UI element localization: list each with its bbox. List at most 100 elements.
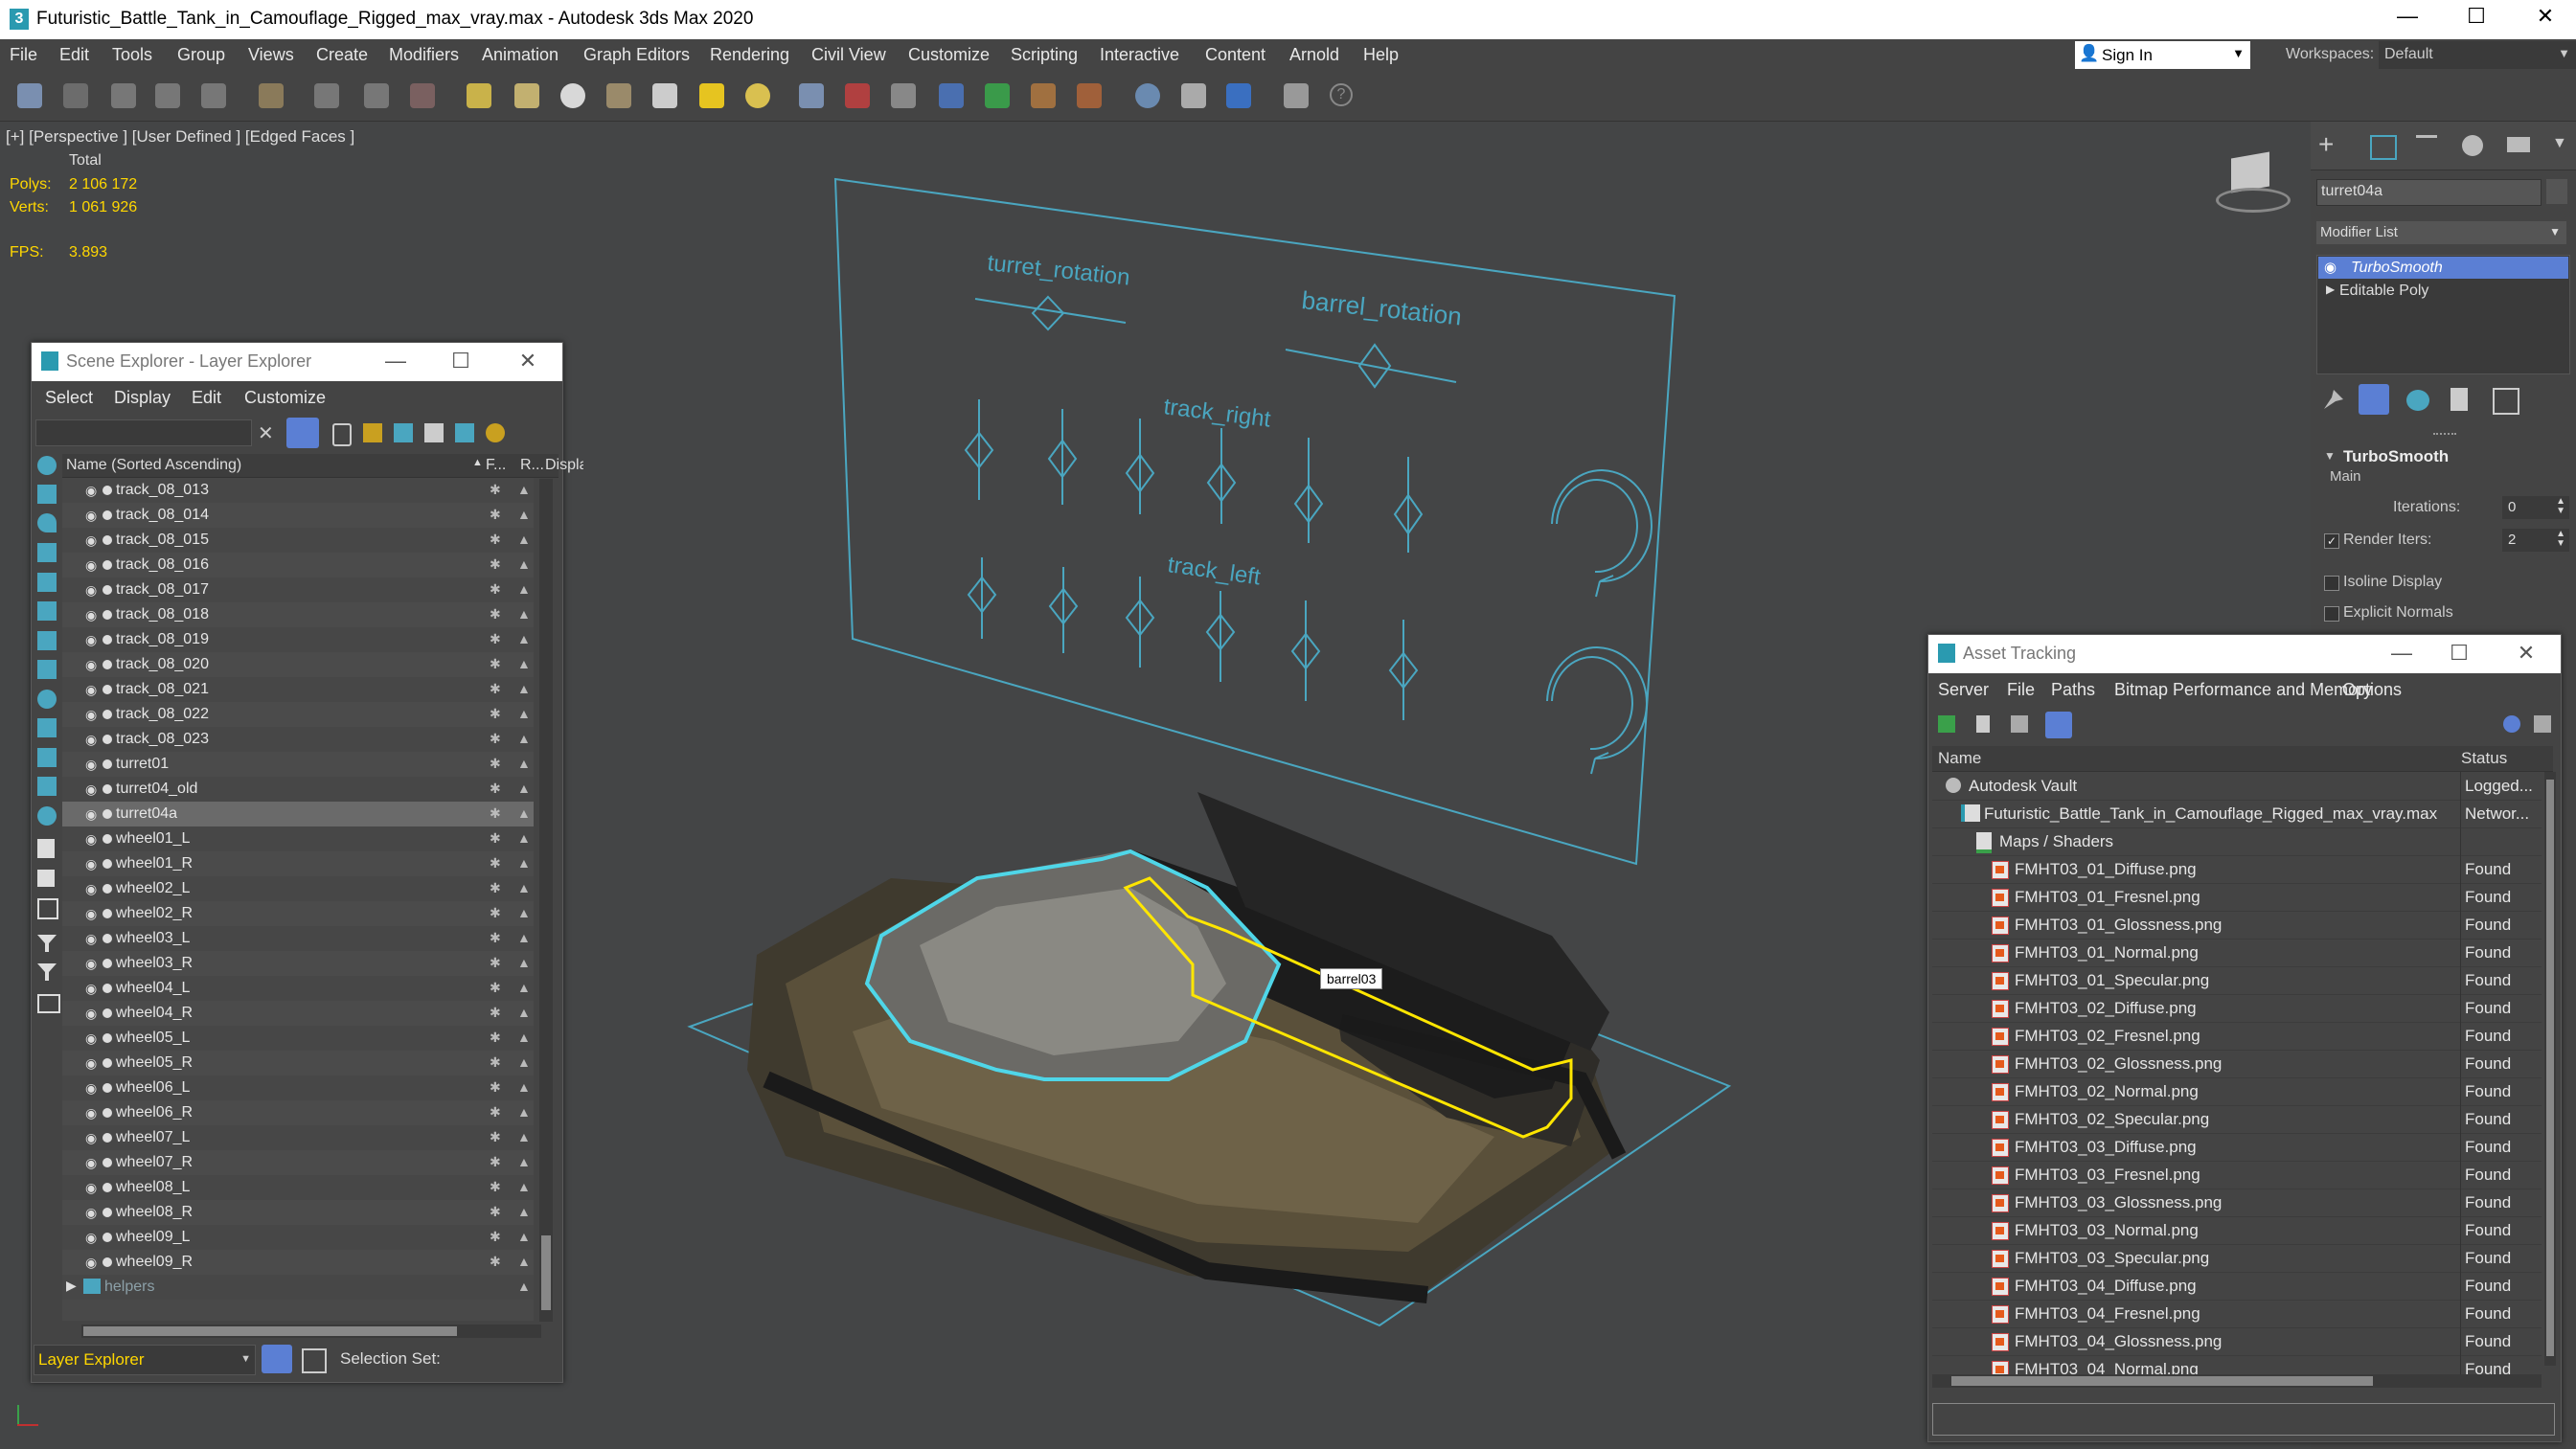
spinner-arrows-icon[interactable]: ▲ ▼	[2556, 530, 2565, 549]
display-tab-icon[interactable]	[2507, 137, 2530, 152]
visibility-eye-icon[interactable]: ◉	[85, 1205, 97, 1221]
layer-row[interactable]: ▶ helpers ▲	[62, 1275, 534, 1300]
menu-server[interactable]: Server	[1938, 680, 1989, 700]
explorer-row[interactable]: ◉ wheel06_R ✱ ▲	[62, 1100, 534, 1125]
explorer-row[interactable]: ◉ wheel03_L ✱ ▲	[62, 926, 534, 951]
freeze-icon[interactable]: ✱	[490, 1104, 501, 1121]
menu-file[interactable]: File	[10, 45, 37, 65]
renderable-teapot-icon[interactable]: ▲	[517, 482, 531, 497]
explorer-row[interactable]: ◉ track_08_018 ✱ ▲	[62, 602, 534, 627]
renderable-teapot-icon[interactable]: ▲	[517, 1179, 531, 1194]
search-input[interactable]	[35, 419, 252, 446]
create-tab-icon[interactable]: +	[2318, 131, 2334, 158]
isoline-checkbox[interactable]	[2324, 576, 2339, 591]
renderable-teapot-icon[interactable]: ▲	[517, 731, 531, 746]
visibility-eye-icon[interactable]: ◉	[85, 757, 97, 773]
explorer-row[interactable]: ◉ wheel04_L ✱ ▲	[62, 976, 534, 1001]
make-unique-icon[interactable]	[2406, 390, 2429, 411]
scrollbar-thumb[interactable]	[541, 1235, 551, 1310]
layer-settings-icon[interactable]	[486, 423, 505, 442]
freeze-icon[interactable]: ✱	[490, 1005, 501, 1021]
hierarchy-icon[interactable]	[424, 423, 444, 442]
hierarchy-toggle-icon[interactable]	[302, 1348, 327, 1373]
asset-row[interactable]: FMHT03_04_Glossness.png Found	[1932, 1327, 2542, 1356]
groups-filter-icon[interactable]	[37, 660, 57, 679]
align-icon[interactable]	[891, 83, 916, 108]
horizontal-scrollbar[interactable]	[81, 1324, 541, 1338]
visibility-eye-icon[interactable]: ◉	[85, 981, 97, 997]
asset-row[interactable]: FMHT03_04_Diffuse.png Found	[1932, 1272, 2542, 1301]
remove-modifier-icon[interactable]	[2451, 388, 2468, 411]
col-status-header[interactable]: Status	[2461, 749, 2507, 768]
menu-customize[interactable]: Customize	[908, 45, 990, 65]
select-rotate-icon[interactable]	[364, 83, 389, 108]
vertical-scrollbar[interactable]	[2544, 772, 2556, 1366]
visibility-eye-icon[interactable]: ◉	[85, 1105, 97, 1121]
col-display-header[interactable]: Displa	[545, 457, 583, 474]
configure-modifier-sets-icon[interactable]	[2493, 388, 2519, 415]
menu-customize[interactable]: Customize	[244, 388, 326, 408]
select-link-icon[interactable]	[111, 83, 136, 108]
freeze-icon[interactable]: ✱	[490, 830, 501, 847]
freeze-icon[interactable]: ✱	[490, 1154, 501, 1170]
render-frame-icon[interactable]	[1077, 83, 1102, 108]
asset-row[interactable]: FMHT03_01_Normal.png Found	[1932, 939, 2542, 967]
renderable-teapot-icon[interactable]: ▲	[517, 1054, 531, 1070]
renderable-teapot-icon[interactable]: ▲	[517, 1129, 531, 1144]
freeze-icon[interactable]: ✱	[490, 1254, 501, 1270]
motion-tab-icon[interactable]	[2462, 135, 2483, 156]
visibility-eye-icon[interactable]: ◉	[85, 707, 97, 723]
asset-tracking-titlebar[interactable]: Asset Tracking — ☐ ✕	[1928, 635, 2561, 673]
explorer-row[interactable]: ◉ wheel08_L ✱ ▲	[62, 1175, 534, 1200]
renderable-teapot-icon[interactable]: ▲	[517, 706, 531, 721]
select-scale-icon[interactable]	[410, 83, 435, 108]
redo-icon[interactable]	[63, 83, 88, 108]
snap-icon[interactable]	[799, 83, 824, 108]
freeze-icon[interactable]: ✱	[490, 756, 501, 772]
menu-select[interactable]: Select	[45, 388, 93, 408]
freeze-icon[interactable]: ✱	[490, 706, 501, 722]
renderable-teapot-icon[interactable]: ▲	[517, 805, 531, 821]
box-primitive-icon[interactable]	[467, 83, 491, 108]
visibility-eye-icon[interactable]: ◉	[85, 732, 97, 748]
renderable-teapot-icon[interactable]: ▲	[517, 507, 531, 522]
bind-spacewarp-icon[interactable]	[201, 83, 226, 108]
freeze-icon[interactable]: ✱	[490, 507, 501, 523]
undo-icon[interactable]	[17, 83, 42, 108]
asset-row[interactable]: FMHT03_04_Normal.png Found	[1932, 1355, 2542, 1374]
explorer-row[interactable]: ◉ wheel09_R ✱ ▲	[62, 1250, 534, 1275]
bones-filter-icon[interactable]	[37, 718, 57, 737]
sign-in-dropdown[interactable]: 👤 Sign In ▼	[2075, 41, 2250, 69]
sun-icon[interactable]	[745, 83, 770, 108]
render-iters-checkbox[interactable]: ✓	[2324, 533, 2339, 549]
asset-row[interactable]: Autodesk Vault Logged...	[1932, 772, 2542, 801]
modify-tab-icon[interactable]	[2370, 135, 2397, 160]
visibility-eye-icon[interactable]: ◉	[85, 881, 97, 897]
render-iters-spinner[interactable]: 2 ▲ ▼	[2502, 529, 2569, 552]
layer-stack-icon[interactable]	[455, 423, 474, 442]
renderable-teapot-icon[interactable]: ▲	[517, 1030, 531, 1045]
pin-stack-icon[interactable]	[2324, 390, 2343, 409]
unlink-icon[interactable]	[155, 83, 180, 108]
renderable-teapot-icon[interactable]: ▲	[517, 1229, 531, 1244]
asset-row[interactable]: Maps / Shaders	[1932, 827, 2542, 856]
visibility-eye-icon[interactable]: ◉	[85, 508, 97, 524]
refresh-icon[interactable]	[1938, 715, 1955, 733]
maximize-button[interactable]: ☐	[2452, 4, 2500, 29]
renderable-teapot-icon[interactable]: ▲	[517, 1204, 531, 1219]
visibility-eye-icon[interactable]: ◉	[85, 607, 97, 623]
col-frozen-header[interactable]: F...	[486, 457, 506, 474]
menu-display[interactable]: Display	[114, 388, 171, 408]
object-name-field[interactable]: turret04a	[2316, 179, 2542, 206]
geometry-filter-icon[interactable]	[37, 485, 57, 504]
renderable-teapot-icon[interactable]: ▲	[517, 905, 531, 920]
renderable-teapot-icon[interactable]: ▲	[517, 930, 531, 945]
torus-icon[interactable]	[606, 83, 631, 108]
explorer-row[interactable]: ◉ turret04_old ✱ ▲	[62, 777, 534, 802]
show-end-result-icon[interactable]	[2359, 384, 2389, 415]
renderable-teapot-icon[interactable]: ▲	[517, 781, 531, 796]
explorer-row[interactable]: ◉ wheel05_R ✱ ▲	[62, 1051, 534, 1075]
freeze-icon[interactable]: ✱	[490, 1179, 501, 1195]
containers-filter-icon[interactable]	[37, 748, 57, 767]
visibility-eye-icon[interactable]: ◉	[85, 1080, 97, 1097]
